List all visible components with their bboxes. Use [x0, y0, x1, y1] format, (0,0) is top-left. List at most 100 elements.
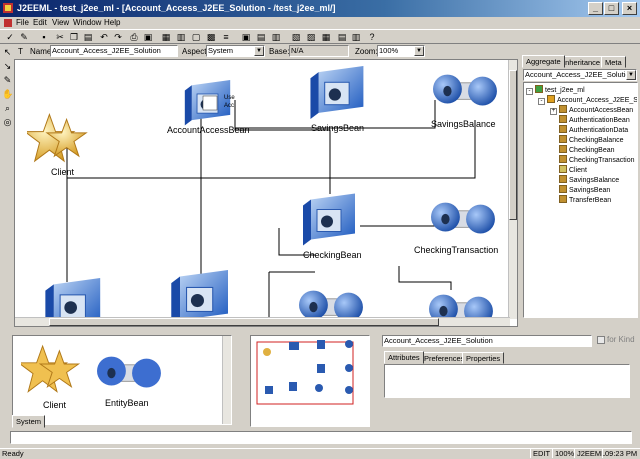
- inspector-name-field[interactable]: Account_Access_J2EE_Solution: [382, 335, 592, 347]
- tree-item[interactable]: TransferBean: [550, 195, 611, 205]
- aspect-label: Aspect:: [182, 47, 209, 56]
- node-label: CheckingTransaction: [414, 245, 499, 255]
- tree-item[interactable]: - Account_Access_J2EE_S: [538, 95, 637, 105]
- list-icon[interactable]: ≡: [220, 31, 232, 43]
- tree-item[interactable]: + AccountAccessBean: [550, 105, 633, 115]
- edit-tool-icon[interactable]: ✎: [2, 75, 13, 86]
- collapse-icon[interactable]: -: [526, 88, 533, 95]
- tab-aggregate[interactable]: Aggregate: [522, 55, 565, 68]
- copy-icon[interactable]: ❐: [68, 31, 80, 43]
- model-icon[interactable]: ▣: [240, 31, 252, 43]
- save-icon[interactable]: ▪: [38, 31, 50, 43]
- paste-icon[interactable]: ▤: [82, 31, 94, 43]
- grid-icon[interactable]: ▩: [205, 31, 217, 43]
- pointer-tool-icon[interactable]: T: [18, 45, 23, 58]
- bean-icon: [559, 115, 567, 123]
- chevron-down-icon[interactable]: ▼: [626, 70, 636, 80]
- print-icon[interactable]: ⎙: [128, 31, 140, 43]
- for-kind-label: for Kind: [607, 335, 635, 344]
- maximize-button[interactable]: □: [604, 2, 619, 15]
- preview-icon[interactable]: ▣: [142, 31, 154, 43]
- menu-file[interactable]: File: [16, 17, 29, 29]
- tree-item[interactable]: AuthenticationData: [550, 125, 628, 135]
- canvas-horizontal-scrollbar[interactable]: [15, 317, 510, 326]
- browser-combo[interactable]: Account_Access_J2EE_Solution ▼: [523, 69, 637, 81]
- tab-properties[interactable]: Properties: [462, 352, 505, 364]
- status-separator: [552, 449, 553, 458]
- cut-icon[interactable]: ✂: [54, 31, 66, 43]
- tree-item[interactable]: - test_j2ee_ml: [526, 85, 585, 95]
- chevron-down-icon[interactable]: ▼: [414, 46, 424, 56]
- props-icon[interactable]: ▤: [255, 31, 267, 43]
- attach-icon[interactable]: ▤: [336, 31, 348, 43]
- scroll-thumb[interactable]: [509, 70, 517, 220]
- check-icon[interactable]: ✓: [4, 31, 16, 43]
- window-icon[interactable]: ▢: [190, 31, 202, 43]
- close-button[interactable]: ×: [622, 2, 637, 15]
- minimize-button[interactable]: _: [588, 2, 603, 15]
- tree-item[interactable]: CheckingBalance: [550, 135, 623, 145]
- arrow-tool-icon[interactable]: ↖: [2, 47, 13, 58]
- savings-balance-node[interactable]: [433, 73, 498, 107]
- visualize-tool-icon[interactable]: ◎: [2, 117, 13, 128]
- savings-bean-node[interactable]: [309, 66, 364, 120]
- for-kind-checkbox[interactable]: [597, 336, 605, 344]
- tree-item[interactable]: CheckingBean: [550, 145, 615, 155]
- menu-edit[interactable]: Edit: [33, 17, 47, 29]
- tree-item[interactable]: AuthenticationBean: [550, 115, 630, 125]
- scroll-thumb[interactable]: [49, 318, 439, 326]
- pencil-icon[interactable]: ✎: [18, 31, 30, 43]
- bean-icon: [559, 185, 567, 193]
- tab-attributes[interactable]: Attributes: [384, 351, 424, 364]
- part-browser-scrollbar[interactable]: [222, 336, 231, 424]
- checking-bean-node[interactable]: [303, 192, 356, 247]
- tab-meta[interactable]: Meta: [601, 56, 626, 68]
- connect-tool-icon[interactable]: ↘: [2, 61, 13, 72]
- expand-icon[interactable]: ▦: [320, 31, 332, 43]
- menu-help[interactable]: Help: [104, 17, 120, 29]
- client-node[interactable]: [25, 113, 87, 162]
- tree-item[interactable]: SavingsBean: [550, 185, 610, 195]
- hand-tool-icon[interactable]: ✋: [2, 89, 13, 100]
- expand-icon[interactable]: +: [550, 108, 557, 115]
- status-separator: [574, 449, 575, 458]
- status-mode: EDIT: [533, 449, 551, 458]
- canvas-vertical-scrollbar[interactable]: [508, 60, 517, 319]
- collapse-icon[interactable]: -: [538, 98, 545, 105]
- zoom-select[interactable]: 100% ▼: [377, 45, 425, 57]
- menu-view[interactable]: View: [52, 17, 69, 29]
- name-field[interactable]: Account_Access_J2EE_Solution: [50, 45, 178, 57]
- tree-item[interactable]: SavingsBalance: [550, 175, 619, 185]
- tree-item[interactable]: Client: [550, 165, 587, 175]
- client-part-icon[interactable]: [21, 342, 81, 398]
- diagram-canvas[interactable]: Use Acc Client AccountAccessBean Savings…: [14, 59, 518, 327]
- redo-icon[interactable]: ↷: [112, 31, 124, 43]
- layout-icon[interactable]: ▨: [305, 31, 317, 43]
- tile-icon[interactable]: ▦: [160, 31, 172, 43]
- zoom-tool-icon[interactable]: ⌕: [2, 103, 13, 114]
- account-inner-label: Use: [224, 95, 235, 101]
- chevron-down-icon[interactable]: ▼: [254, 46, 264, 56]
- tab-inheritance[interactable]: Inheritance: [559, 56, 605, 68]
- panner-preview[interactable]: [250, 335, 370, 427]
- doc-menu-icon[interactable]: [3, 18, 13, 28]
- status-text: Ready: [2, 449, 24, 458]
- tree-item[interactable]: CheckingTransaction: [550, 155, 635, 165]
- base-label: Base:: [269, 47, 290, 56]
- undo-icon[interactable]: ↶: [98, 31, 110, 43]
- status-zoom: 100%: [555, 449, 575, 458]
- toolbar: ✓ ✎ ▪ ✂ ❐ ▤ ↶ ↷ ⎙ ▣ ▦ ▥ ▢ ▩ ≡ ▣ ▤ ▥ ▧ ▨ …: [0, 29, 640, 44]
- account-access-bean-node[interactable]: Use Acc: [184, 80, 236, 126]
- aspect-select[interactable]: System ▼: [206, 45, 265, 57]
- console-field[interactable]: [10, 431, 632, 444]
- insert-icon[interactable]: ▧: [290, 31, 302, 43]
- checking-transaction-node[interactable]: [431, 201, 496, 235]
- connection-line[interactable]: [398, 266, 452, 290]
- entity-bean-part-icon[interactable]: [97, 346, 163, 396]
- detach-icon[interactable]: ▥: [350, 31, 362, 43]
- browser-icon[interactable]: ▥: [270, 31, 282, 43]
- tab-system[interactable]: System: [12, 415, 46, 428]
- menu-window[interactable]: Window: [73, 17, 101, 29]
- help-icon[interactable]: ?: [366, 31, 378, 43]
- cascade-icon[interactable]: ▥: [175, 31, 187, 43]
